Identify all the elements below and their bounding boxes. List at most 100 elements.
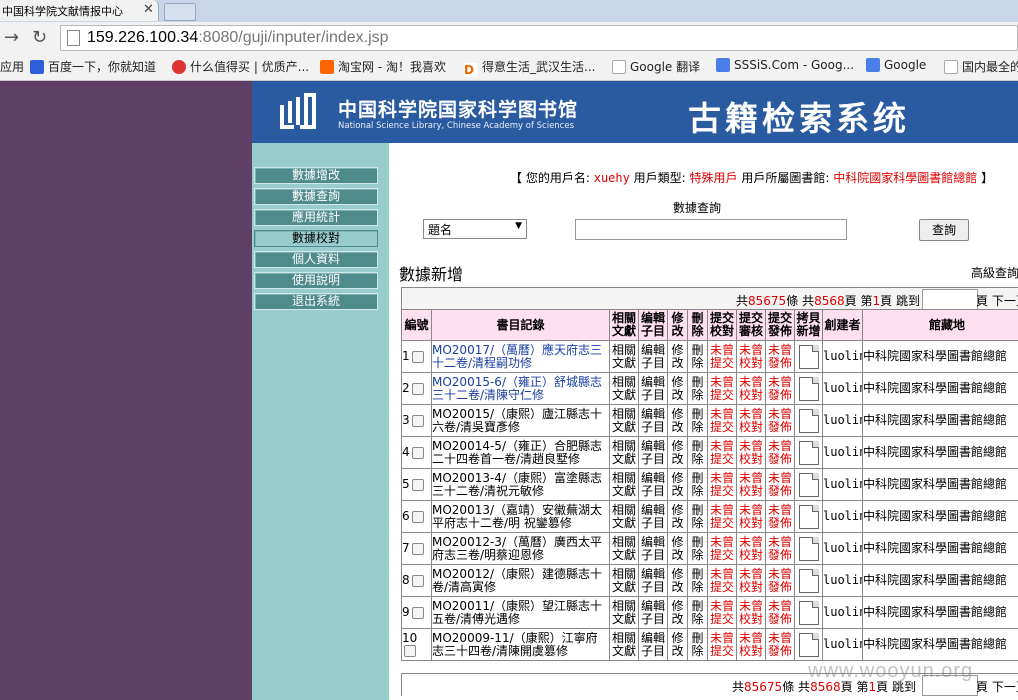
delete-link[interactable]: 刪除 bbox=[687, 404, 708, 437]
bookmark-apps[interactable]: 应用 bbox=[0, 58, 24, 75]
copy-document-icon[interactable] bbox=[798, 440, 819, 465]
delete-link[interactable]: 刪除 bbox=[687, 372, 708, 405]
copy-document-icon[interactable] bbox=[798, 344, 819, 369]
delete-link[interactable]: 刪除 bbox=[687, 564, 708, 597]
submit-review-link[interactable]: 未曾校對 bbox=[736, 372, 766, 405]
copy-document-icon[interactable] bbox=[798, 568, 819, 593]
modify-link[interactable]: 修改 bbox=[667, 500, 688, 533]
submit-proofread-link[interactable]: 未曾提交 bbox=[707, 532, 737, 565]
edit-subitems-link[interactable]: 编輯子目 bbox=[638, 372, 668, 405]
modify-link[interactable]: 修改 bbox=[667, 468, 688, 501]
record-link[interactable]: MO20015-6/（雍正）舒城縣志三十二卷/清陳守仁修 bbox=[431, 372, 610, 405]
submit-review-link[interactable]: 未曾校對 bbox=[736, 404, 766, 437]
related-docs-link[interactable]: 相關文獻 bbox=[609, 340, 639, 373]
bookmark-baidu[interactable]: 百度一下，你就知道 bbox=[30, 58, 156, 75]
sidebar-item-proofread[interactable]: 數據校對 bbox=[254, 230, 378, 247]
modify-link[interactable]: 修改 bbox=[667, 564, 688, 597]
copy-document-icon[interactable] bbox=[798, 376, 819, 401]
delete-link[interactable]: 刪除 bbox=[687, 628, 708, 661]
submit-publish-link[interactable]: 未曾發佈 bbox=[765, 596, 795, 629]
next-page-link[interactable]: 下一頁 bbox=[992, 680, 1018, 694]
record-link[interactable]: MO20014-5/（雍正）合肥縣志二十四卷首一卷/清趙良墅修 bbox=[431, 436, 610, 469]
copy-new-button[interactable] bbox=[794, 404, 823, 437]
submit-proofread-link[interactable]: 未曾提交 bbox=[707, 468, 737, 501]
sidebar-item-profile[interactable]: 個人資料 bbox=[254, 251, 378, 268]
record-link[interactable]: MO20015/（康熙）廬江縣志十六卷/清吳寶彥修 bbox=[431, 404, 610, 437]
forward-arrow-icon[interactable]: → bbox=[4, 27, 19, 48]
submit-proofread-link[interactable]: 未曾提交 bbox=[707, 596, 737, 629]
delete-link[interactable]: 刪除 bbox=[687, 340, 708, 373]
edit-subitems-link[interactable]: 编輯子目 bbox=[638, 628, 668, 661]
advanced-search-link[interactable]: 高級查詢 bbox=[971, 264, 1018, 281]
bookmark-google-translate[interactable]: Google 翻译 bbox=[612, 58, 700, 75]
submit-proofread-link[interactable]: 未曾提交 bbox=[707, 436, 737, 469]
related-docs-link[interactable]: 相關文獻 bbox=[609, 404, 639, 437]
related-docs-link[interactable]: 相關文獻 bbox=[609, 532, 639, 565]
submit-publish-link[interactable]: 未曾發佈 bbox=[765, 340, 795, 373]
submit-publish-link[interactable]: 未曾發佈 bbox=[765, 500, 795, 533]
row-checkbox[interactable] bbox=[411, 414, 424, 427]
copy-new-button[interactable] bbox=[794, 372, 823, 405]
modify-link[interactable]: 修改 bbox=[667, 596, 688, 629]
query-input[interactable] bbox=[575, 219, 847, 240]
record-link[interactable]: MO20012/（康熙）建德縣志十卷/清高寅修 bbox=[431, 564, 610, 597]
edit-subitems-link[interactable]: 编輯子目 bbox=[638, 468, 668, 501]
submit-review-link[interactable]: 未曾校對 bbox=[736, 500, 766, 533]
sidebar-item-logout[interactable]: 退出系統 bbox=[254, 293, 378, 310]
record-link[interactable]: MO20011/（康熙）望江縣志十五卷/清傅光遇修 bbox=[431, 596, 610, 629]
query-field-select[interactable]: 題名 ▼ bbox=[423, 219, 527, 239]
modify-link[interactable]: 修改 bbox=[667, 436, 688, 469]
sidebar-item-statistics[interactable]: 應用統計 bbox=[254, 209, 378, 226]
copy-new-button[interactable] bbox=[794, 564, 823, 597]
submit-review-link[interactable]: 未曾校對 bbox=[736, 468, 766, 501]
submit-publish-link[interactable]: 未曾發佈 bbox=[765, 372, 795, 405]
submit-review-link[interactable]: 未曾校對 bbox=[736, 564, 766, 597]
edit-subitems-link[interactable]: 编輯子目 bbox=[638, 500, 668, 533]
row-checkbox[interactable] bbox=[411, 606, 424, 619]
delete-link[interactable]: 刪除 bbox=[687, 468, 708, 501]
sidebar-item-data-edit[interactable]: 數據增改 bbox=[254, 167, 378, 184]
next-page-link[interactable]: 下一頁 bbox=[992, 294, 1018, 308]
query-button[interactable]: 查詢 bbox=[919, 219, 969, 241]
submit-publish-link[interactable]: 未曾發佈 bbox=[765, 436, 795, 469]
submit-proofread-link[interactable]: 未曾提交 bbox=[707, 340, 737, 373]
row-checkbox[interactable] bbox=[411, 510, 424, 523]
copy-new-button[interactable] bbox=[794, 532, 823, 565]
submit-publish-link[interactable]: 未曾發佈 bbox=[765, 532, 795, 565]
submit-proofread-link[interactable]: 未曾提交 bbox=[707, 564, 737, 597]
submit-publish-link[interactable]: 未曾發佈 bbox=[765, 628, 795, 661]
sidebar-item-help[interactable]: 使用說明 bbox=[254, 272, 378, 289]
modify-link[interactable]: 修改 bbox=[667, 532, 688, 565]
delete-link[interactable]: 刪除 bbox=[687, 596, 708, 629]
related-docs-link[interactable]: 相關文獻 bbox=[609, 500, 639, 533]
submit-publish-link[interactable]: 未曾發佈 bbox=[765, 468, 795, 501]
close-icon[interactable]: ✕ bbox=[143, 2, 154, 17]
record-link[interactable]: MO20009-11/（康熙）江寧府志三十四卷/清陳開虞篡修 bbox=[431, 628, 610, 661]
sidebar-item-data-query[interactable]: 數據查詢 bbox=[254, 188, 378, 205]
address-bar[interactable]: 159.226.100.34:8080/guji/inputer/index.j… bbox=[60, 25, 1018, 51]
related-docs-link[interactable]: 相關文獻 bbox=[609, 628, 639, 661]
submit-publish-link[interactable]: 未曾發佈 bbox=[765, 564, 795, 597]
row-checkbox[interactable] bbox=[411, 446, 424, 459]
copy-document-icon[interactable] bbox=[798, 504, 819, 529]
submit-proofread-link[interactable]: 未曾提交 bbox=[707, 372, 737, 405]
page-jump-input[interactable] bbox=[922, 289, 978, 310]
bookmark-sssis[interactable]: SSSiS.Com - Goog... bbox=[716, 58, 854, 72]
copy-document-icon[interactable] bbox=[798, 536, 819, 561]
submit-proofread-link[interactable]: 未曾提交 bbox=[707, 404, 737, 437]
copy-document-icon[interactable] bbox=[798, 472, 819, 497]
related-docs-link[interactable]: 相關文獻 bbox=[609, 596, 639, 629]
submit-review-link[interactable]: 未曾校對 bbox=[736, 532, 766, 565]
copy-new-button[interactable] bbox=[794, 628, 823, 661]
edit-subitems-link[interactable]: 编輯子目 bbox=[638, 436, 668, 469]
row-checkbox[interactable] bbox=[411, 478, 424, 491]
row-checkbox[interactable] bbox=[411, 542, 424, 555]
record-link[interactable]: MO20017/（萬曆）應天府志三十二卷/清程嗣功修 bbox=[431, 340, 610, 373]
submit-publish-link[interactable]: 未曾發佈 bbox=[765, 404, 795, 437]
row-checkbox[interactable] bbox=[404, 645, 416, 657]
row-checkbox[interactable] bbox=[411, 382, 424, 395]
copy-new-button[interactable] bbox=[794, 500, 823, 533]
copy-new-button[interactable] bbox=[794, 596, 823, 629]
record-link[interactable]: MO20013-4/（康熙）富塗縣志三十二卷/清祝元敏修 bbox=[431, 468, 610, 501]
row-checkbox[interactable] bbox=[411, 574, 424, 587]
